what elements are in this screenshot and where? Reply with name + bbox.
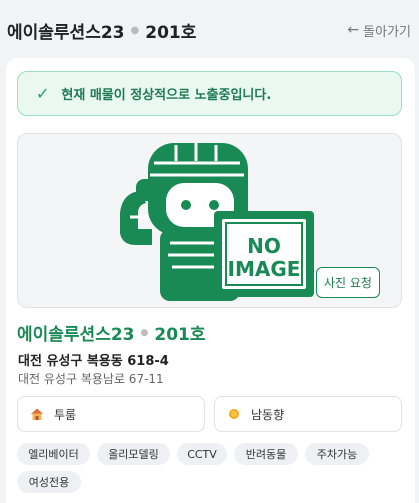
address-road: 대전 유성구 복용남로 67-11 — [18, 372, 164, 386]
listing-unit: 201호 — [154, 325, 206, 345]
room-type-box: 투룸 — [17, 396, 205, 432]
request-photo-button[interactable]: 사진 요청 — [316, 267, 380, 298]
page-title-unit: 201호 — [145, 22, 197, 43]
listing-building-name: 에이솔루션스23 — [17, 325, 135, 345]
listing-photo: NO IMAGE 사진 요청 — [17, 133, 402, 308]
title-separator: ● — [130, 24, 140, 36]
no-image-line1: NO — [247, 234, 281, 258]
top-bar: 에이솔루션스23 ● 201호 ← 돌아가기 — [0, 0, 419, 60]
tag-item: 반려동물 — [234, 443, 298, 465]
address-lot: 대전 유성구 복용동 618-4 — [18, 354, 169, 369]
tag-item: 주차가능 — [305, 443, 369, 465]
tag-item: 여성전용 — [17, 471, 81, 493]
listing-card: ✓ 현재 매물이 정상적으로 노출중입니다. NO IMAGE 사진 요청 에이… — [6, 58, 415, 503]
tag-item: 엘리베이터 — [17, 443, 90, 465]
back-button[interactable]: ← 돌아가기 — [347, 21, 411, 40]
room-type-label: 투룸 — [54, 407, 77, 422]
tag-item: CCTV — [177, 443, 227, 465]
arrow-left-icon: ← — [347, 22, 360, 38]
house-icon — [30, 407, 44, 421]
name-separator: ● — [140, 327, 149, 338]
status-notice-text: 현재 매물이 정상적으로 노출중입니다. — [61, 88, 272, 103]
page-title: 에이솔루션스23 ● 201호 — [7, 18, 196, 43]
status-notice: ✓ 현재 매물이 정상적으로 노출중입니다. — [17, 71, 402, 116]
sun-icon — [227, 407, 241, 421]
direction-box: 남동향 — [214, 396, 402, 432]
back-label: 돌아가기 — [363, 24, 411, 40]
check-icon: ✓ — [36, 84, 50, 103]
no-image-icon: NO IMAGE — [119, 143, 314, 301]
page-title-building: 에이솔루션스23 — [7, 22, 125, 43]
direction-label: 남동향 — [251, 407, 285, 422]
no-image-line2: IMAGE — [227, 257, 300, 281]
listing-name: 에이솔루션스23 ● 201호 — [17, 320, 206, 345]
tag-item: 올리모델링 — [97, 443, 170, 465]
